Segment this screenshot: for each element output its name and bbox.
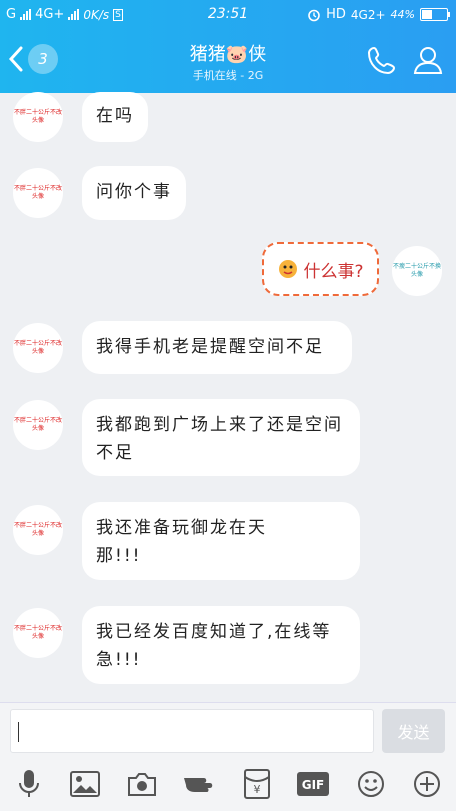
battery-percent: 44% xyxy=(390,8,415,21)
contact-avatar[interactable]: 不胖二十公斤不改头像 xyxy=(13,92,63,142)
alarm-icon xyxy=(308,9,320,21)
mic-button[interactable] xyxy=(14,769,44,799)
svg-text:¥: ¥ xyxy=(254,783,261,796)
message-bubble[interactable]: 在吗 xyxy=(82,92,148,142)
hand-icon xyxy=(184,778,213,792)
emoji-icon xyxy=(358,771,384,797)
status-bar: G 4G+ 0K/s S 23:51 HD 4G2+ 44% xyxy=(0,0,456,30)
chat-header: 3 猪猪🐷侠 手机在线 - 2G xyxy=(0,30,456,93)
camera-button[interactable] xyxy=(127,769,157,799)
network-label: 4G2+ xyxy=(350,7,386,22)
send-button[interactable]: 发送 xyxy=(382,709,445,753)
input-bar: 发送 ¥ GIF xyxy=(0,702,456,811)
phone-icon[interactable] xyxy=(366,44,398,76)
red-packet-icon: ¥ xyxy=(244,769,270,799)
mic-icon xyxy=(19,770,39,797)
image-button[interactable] xyxy=(70,769,100,799)
svg-text:GIF: GIF xyxy=(302,778,325,792)
profile-icon[interactable] xyxy=(412,44,444,76)
gif-icon: GIF xyxy=(297,772,329,796)
sticker-text: 什么事? xyxy=(303,261,364,282)
sticker-message-bubble[interactable]: 什么事? xyxy=(262,242,379,296)
poke-button[interactable] xyxy=(183,769,219,799)
message-bubble[interactable]: 我已经发百度知道了,在线等急!!! xyxy=(82,606,360,684)
plus-button[interactable] xyxy=(412,769,442,799)
text-caret xyxy=(18,722,19,742)
cartoon-sticker-icon xyxy=(279,260,298,278)
contact-avatar[interactable]: 不胖二十公斤不改头像 xyxy=(13,400,63,450)
contact-avatar[interactable]: 不胖二十公斤不改头像 xyxy=(13,168,63,218)
contact-avatar[interactable]: 不胖二十公斤不改头像 xyxy=(13,505,63,555)
message-bubble[interactable]: 我还准备玩御龙在天那!!! xyxy=(82,502,360,580)
hd-label: HD xyxy=(326,7,346,22)
message-input[interactable] xyxy=(10,709,374,753)
battery-fill xyxy=(422,10,432,19)
battery-icon xyxy=(420,8,450,21)
contact-avatar[interactable]: 不胖二十公斤不改头像 xyxy=(13,323,63,373)
self-avatar[interactable]: 不瘦二十公斤不换头像 xyxy=(392,246,442,296)
message-bubble[interactable]: 问你个事 xyxy=(82,166,186,220)
gif-button[interactable]: GIF xyxy=(296,769,330,799)
plus-icon xyxy=(414,771,440,797)
red-packet-button[interactable]: ¥ xyxy=(242,769,272,799)
message-bubble[interactable]: 我得手机老是提醒空间不足 xyxy=(82,321,352,374)
message-bubble[interactable]: 我都跑到广场上来了还是空间不足 xyxy=(82,399,360,476)
emoji-button[interactable] xyxy=(356,769,386,799)
camera-icon xyxy=(128,773,156,796)
contact-avatar[interactable]: 不胖二十公斤不改头像 xyxy=(13,608,63,658)
status-right: HD 4G2+ 44% xyxy=(307,7,450,22)
image-icon xyxy=(70,771,100,797)
